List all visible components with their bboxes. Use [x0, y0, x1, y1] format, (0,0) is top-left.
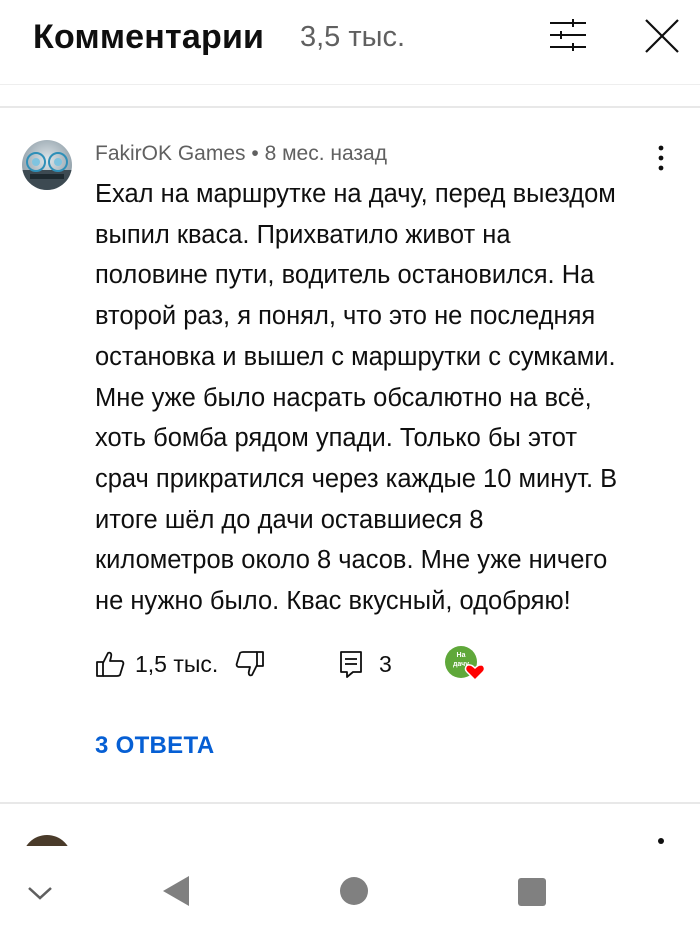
comment-meta: FakirOK Games • 8 мес. назад: [95, 142, 387, 166]
next-comment-more-icon[interactable]: [658, 838, 664, 844]
comment-item: FakirOK Games • 8 мес. назад Ехал на мар…: [0, 108, 700, 802]
comment-author[interactable]: FakirOK Games: [95, 142, 246, 165]
like-button[interactable]: 1,5 тыс.: [95, 644, 218, 684]
badge-avatar-label: На: [457, 652, 466, 659]
meta-separator: •: [251, 142, 259, 165]
chevron-down-icon[interactable]: [26, 884, 54, 902]
comment-actions: 1,5 тыс. 3 На дачу: [95, 644, 655, 684]
home-circle-icon[interactable]: [339, 876, 369, 906]
comments-header: Комментарии 3,5 тыс.: [0, 0, 700, 84]
back-triangle-icon[interactable]: [160, 874, 192, 908]
like-count: 1,5 тыс.: [135, 650, 219, 677]
thumb-down-icon: [235, 651, 264, 677]
system-nav-bar: [0, 846, 700, 939]
comment-text: Ехал на маршрутке на дачу, перед выездом…: [95, 180, 618, 616]
comment-icon: [340, 651, 362, 678]
thumb-up-icon: [96, 651, 125, 677]
reply-button[interactable]: 3: [339, 644, 392, 684]
comment-divider: [0, 802, 700, 804]
filter-icon[interactable]: [548, 18, 588, 52]
avatar[interactable]: [22, 140, 72, 190]
comments-count: 3,5 тыс.: [300, 21, 406, 53]
dislike-button[interactable]: [235, 644, 265, 684]
heart-icon: [464, 664, 486, 682]
close-icon[interactable]: [644, 18, 680, 54]
more-vert-icon[interactable]: [650, 144, 672, 172]
header-divider: [0, 84, 700, 85]
creator-heart-badge: На дачу: [443, 644, 489, 684]
comment-time: 8 мес. назад: [264, 142, 387, 165]
reply-count: 3: [379, 650, 392, 677]
page-title: Комментарии: [33, 18, 265, 56]
recents-square-icon[interactable]: [517, 877, 547, 907]
view-replies-link[interactable]: 3 ОТВЕТА: [95, 732, 215, 760]
